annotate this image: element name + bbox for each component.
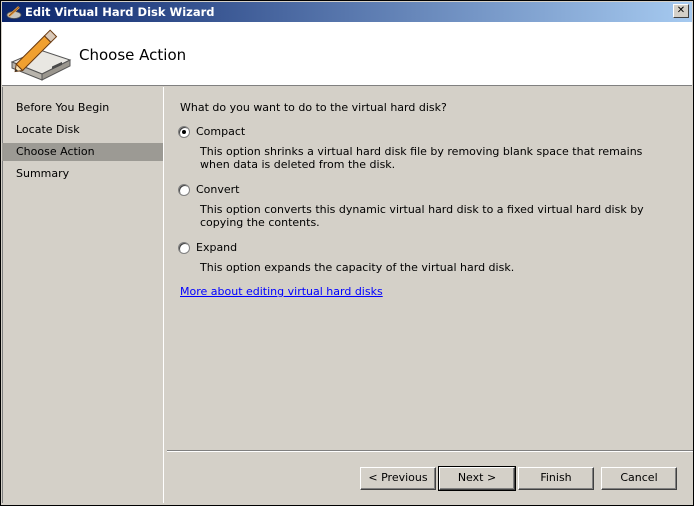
expand-radio[interactable] (178, 242, 190, 254)
convert-description: This option converts this dynamic virtua… (200, 203, 644, 229)
close-icon: ✕ (676, 5, 686, 16)
nav-item-summary[interactable]: Summary (2, 165, 163, 183)
previous-button[interactable]: < Previous (360, 467, 436, 490)
more-info-link[interactable]: More about editing virtual hard disks (180, 285, 383, 298)
nav-item-before-you-begin[interactable]: Before You Begin (2, 99, 163, 117)
compact-description: This option shrinks a virtual hard disk … (200, 145, 643, 171)
compact-radio[interactable] (178, 126, 190, 138)
wizard-app-icon (6, 6, 22, 19)
convert-label[interactable]: Convert (196, 183, 240, 196)
nav-item-locate-disk[interactable]: Locate Disk (2, 121, 163, 139)
finish-button[interactable]: Finish (518, 467, 594, 490)
wizard-steps-nav: Before You Begin Locate Disk Choose Acti… (2, 87, 164, 503)
title-bar[interactable]: Edit Virtual Hard Disk Wizard ✕ (2, 2, 692, 22)
nav-item-choose-action[interactable]: Choose Action (2, 143, 163, 161)
cancel-button[interactable]: Cancel (601, 467, 677, 490)
wizard-header: Choose Action (2, 22, 692, 86)
page-title: Choose Action (79, 46, 187, 64)
button-bar: < Previous Next > Finish Cancel (167, 450, 693, 503)
expand-description: This option expands the capacity of the … (200, 261, 515, 274)
close-button[interactable]: ✕ (673, 4, 689, 18)
question-label: What do you want to do to the virtual ha… (180, 101, 447, 114)
content-panel: What do you want to do to the virtual ha… (167, 87, 693, 449)
disk-edit-icon (10, 29, 72, 81)
next-button[interactable]: Next > (438, 466, 516, 491)
expand-label[interactable]: Expand (196, 241, 237, 254)
window-title: Edit Virtual Hard Disk Wizard (25, 5, 215, 19)
wizard-window: Edit Virtual Hard Disk Wizard ✕ Choose A… (0, 0, 694, 506)
compact-label[interactable]: Compact (196, 125, 245, 138)
convert-radio[interactable] (178, 184, 190, 196)
